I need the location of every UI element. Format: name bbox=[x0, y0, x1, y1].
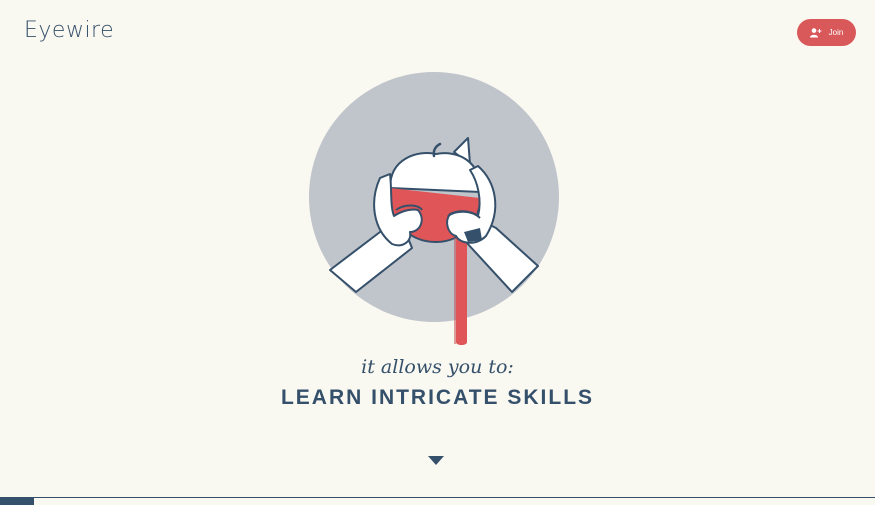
logo[interactable]: Eyewire bbox=[24, 18, 114, 43]
hero-tagline: it allows you to: bbox=[361, 356, 514, 378]
join-label: Join bbox=[828, 28, 844, 37]
add-user-icon bbox=[809, 27, 822, 38]
join-button[interactable]: Join bbox=[797, 19, 856, 46]
chevron-down-icon[interactable] bbox=[428, 456, 444, 465]
progress-bar bbox=[0, 497, 35, 505]
progress-track bbox=[0, 497, 875, 498]
hero-headline: LEARN INTRICATE SKILLS bbox=[280, 386, 595, 409]
apple-illustration bbox=[309, 72, 559, 345]
